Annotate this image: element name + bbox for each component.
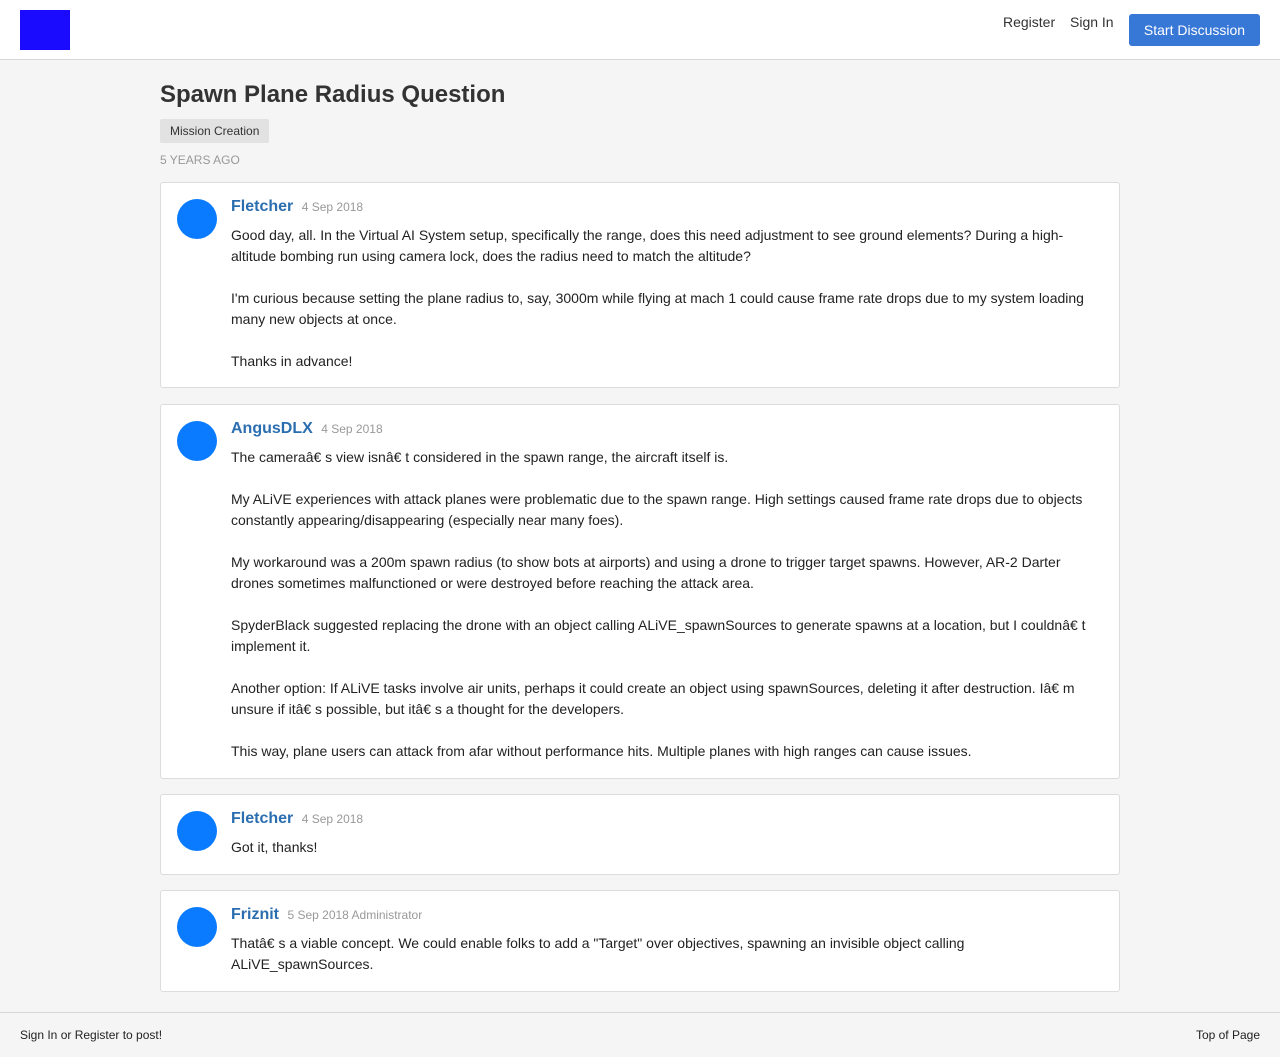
top-bar: Register Sign In Start Discussion xyxy=(0,0,1280,60)
post-paragraph: I'm curious because setting the plane ra… xyxy=(231,290,1084,327)
top-of-page-link[interactable]: Top of Page xyxy=(1196,1028,1260,1042)
post-author[interactable]: Fletcher xyxy=(231,810,293,827)
avatar[interactable] xyxy=(177,199,217,239)
register-link[interactable]: Register xyxy=(1003,14,1055,30)
post-author[interactable]: Fletcher xyxy=(231,198,293,215)
sign-in-to-post-link[interactable]: Sign In or Register to post! xyxy=(20,1028,162,1042)
avatar[interactable] xyxy=(177,421,217,461)
post-item: Fletcher 4 Sep 2018 Good day, all. In th… xyxy=(160,182,1120,388)
post-paragraph: SpyderBlack suggested replacing the dron… xyxy=(231,617,1086,654)
post-meta: 4 Sep 2018 xyxy=(301,200,364,214)
post-header: AngusDLX 4 Sep 2018 xyxy=(231,419,383,439)
discussion-age: 5 YEARS AGO xyxy=(160,153,240,167)
post-paragraph: This way, plane users can attack from af… xyxy=(231,743,972,759)
post-author[interactable]: AngusDLX xyxy=(231,420,313,437)
post-paragraph: Thatâ€ s a viable concept. We could enab… xyxy=(231,935,965,972)
post-paragraph: The cameraâ€ s view isnâ€ t considered i… xyxy=(231,449,729,465)
post-item: Friznit 5 Sep 2018 Administrator Thatâ€ … xyxy=(160,890,1120,992)
post-header: Fletcher 4 Sep 2018 xyxy=(231,197,363,217)
post-paragraph: Good day, all. In the Virtual AI System … xyxy=(231,227,1064,264)
footer: Sign In or Register to post! Top of Page xyxy=(0,1012,1280,1057)
post-body: Got it, thanks! xyxy=(231,837,1101,858)
avatar[interactable] xyxy=(177,811,217,851)
post-item: Fletcher 4 Sep 2018 Got it, thanks! xyxy=(160,794,1120,875)
post-paragraph: Thanks in advance! xyxy=(231,353,353,369)
tag-badge[interactable]: Mission Creation xyxy=(160,119,270,143)
post-header: Fletcher 4 Sep 2018 xyxy=(231,809,363,829)
post-paragraph: Got it, thanks! xyxy=(231,839,318,855)
avatar[interactable] xyxy=(177,907,217,947)
post-paragraph: Another option: If ALiVE tasks involve a… xyxy=(231,680,1075,717)
page-title: Spawn Plane Radius Question xyxy=(160,81,506,108)
site-logo[interactable] xyxy=(20,10,70,50)
post-meta: 4 Sep 2018 xyxy=(301,812,364,826)
post-item: AngusDLX 4 Sep 2018 The cameraâ€ s view … xyxy=(160,404,1120,779)
post-meta: 5 Sep 2018 Administrator xyxy=(287,908,423,922)
post-body: Thatâ€ s a viable concept. We could enab… xyxy=(231,933,1101,975)
post-paragraph: My workaround was a 200m spawn radius (t… xyxy=(231,554,1061,591)
post-body: The cameraâ€ s view isnâ€ t considered i… xyxy=(231,447,1101,762)
post-body: Good day, all. In the Virtual AI System … xyxy=(231,225,1101,372)
post-author[interactable]: Friznit xyxy=(231,906,279,923)
post-header: Friznit 5 Sep 2018 Administrator xyxy=(231,905,422,925)
sign-in-link[interactable]: Sign In xyxy=(1070,14,1114,30)
post-meta: 4 Sep 2018 xyxy=(321,422,383,436)
post-paragraph: My ALiVE experiences with attack planes … xyxy=(231,491,1083,528)
start-discussion-button[interactable]: Start Discussion xyxy=(1129,14,1260,46)
